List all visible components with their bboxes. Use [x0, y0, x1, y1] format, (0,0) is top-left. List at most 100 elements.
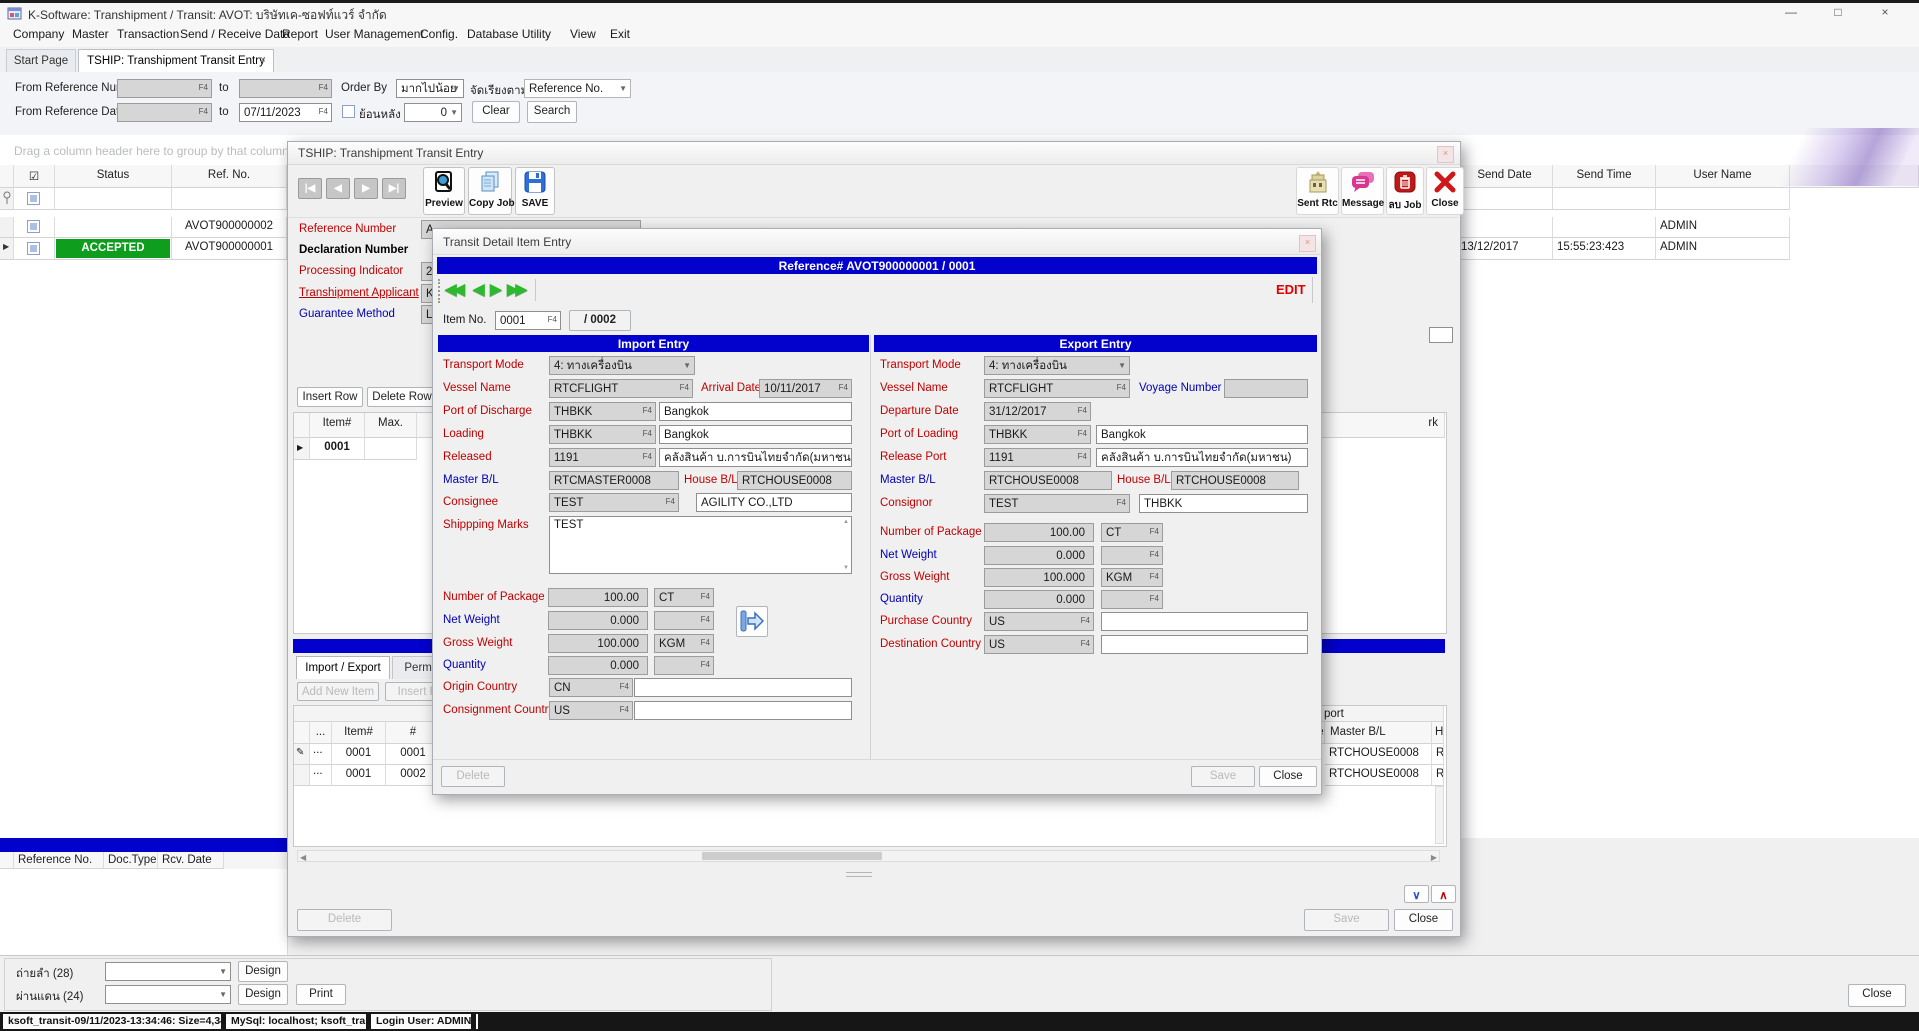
- row1-checkbox-cell[interactable]: [14, 217, 55, 238]
- menu-item-view[interactable]: View: [570, 27, 596, 41]
- preview-button[interactable]: Preview: [423, 167, 465, 215]
- tship-hscrollbar[interactable]: ◀ ▶: [297, 850, 1440, 862]
- scroll-up-icon[interactable]: ▲: [843, 519, 849, 525]
- print-button[interactable]: Print: [296, 984, 346, 1005]
- exp-transport-mode-select[interactable]: 4: ทางเครื่องบิน▼: [984, 356, 1130, 375]
- sent-rtc-button[interactable]: Sent Rtc: [1296, 167, 1339, 215]
- tab-tship[interactable]: TSHIP: Transhipment Transit Entry ×: [78, 49, 274, 72]
- first-item-button[interactable]: ◀◀: [445, 280, 462, 298]
- tab-close-icon[interactable]: ×: [260, 54, 266, 66]
- nav-last-button[interactable]: ▶|: [382, 178, 406, 199]
- insert-row-button[interactable]: Insert Row: [297, 387, 363, 407]
- release-port-code-input[interactable]: 1191F4: [984, 448, 1091, 467]
- menu-item-db-utility[interactable]: Database Utility: [467, 27, 551, 41]
- menu-item-transaction[interactable]: Transaction: [117, 27, 179, 41]
- filter-ref-cell[interactable]: [172, 188, 287, 210]
- imp-pkg-unit-input[interactable]: CTF4: [654, 588, 714, 607]
- imp-vessel-name-input[interactable]: RTCFLIGHTF4: [549, 379, 693, 398]
- tship-close-tool-button[interactable]: Close: [1426, 167, 1464, 215]
- imp-net-weight-input[interactable]: 0.000: [548, 611, 648, 630]
- main-close-button[interactable]: Close: [1848, 984, 1906, 1007]
- menu-item-master[interactable]: Master: [72, 27, 109, 41]
- copy-to-export-button[interactable]: [736, 606, 768, 637]
- exp-pkg-input[interactable]: 100.00: [984, 523, 1094, 542]
- consignment-country-name-input[interactable]: [634, 701, 852, 720]
- menu-item-company[interactable]: Company: [13, 27, 64, 41]
- delete-job-button[interactable]: ลบ Job: [1386, 167, 1424, 215]
- voyage-number-input[interactable]: [1224, 379, 1308, 398]
- ie-row2-master[interactable]: RTCHOUSE0008: [1325, 765, 1432, 786]
- nav-first-button[interactable]: |◀: [298, 178, 322, 199]
- menu-item-user-mgmt[interactable]: User Management: [325, 27, 424, 41]
- toolbar-grip[interactable]: [438, 279, 440, 303]
- col-header-status[interactable]: Status: [55, 165, 172, 188]
- exp-qty-unit-input[interactable]: F4: [1101, 590, 1163, 609]
- close-button[interactable]: ×: [1862, 3, 1908, 23]
- tship-dialog-titlebar[interactable]: TSHIP: Transhipment Transit Entry: [288, 142, 1460, 165]
- tab-import-export[interactable]: Import / Export: [296, 656, 390, 679]
- detail-save-button[interactable]: Save: [1191, 766, 1255, 787]
- save-button[interactable]: SAVE: [515, 167, 555, 215]
- imp-house-bl-input[interactable]: RTCHOUSE0008: [737, 471, 852, 490]
- last-item-button[interactable]: ▶▶: [507, 280, 524, 298]
- col-header-send-time[interactable]: Send Time: [1553, 165, 1656, 188]
- filter-status-cell[interactable]: [55, 188, 172, 210]
- released-name-input[interactable]: คลังสินค้า บ.การบินไทยจำกัด(มหาชน): [659, 448, 852, 467]
- exp-master-bl-input[interactable]: RTCHOUSE0008: [984, 471, 1112, 490]
- origin-country-name-input[interactable]: [634, 678, 852, 697]
- imp-pkg-input[interactable]: 100.00: [548, 588, 648, 607]
- origin-country-code-input[interactable]: CNF4: [549, 678, 633, 697]
- exp-vessel-name-input[interactable]: RTCFLIGHTF4: [984, 379, 1130, 398]
- delete-row-button[interactable]: Delete Row: [367, 387, 437, 407]
- maximize-button[interactable]: □: [1815, 3, 1861, 23]
- port-of-discharge-code-input[interactable]: THBKKF4: [549, 402, 656, 421]
- bottom-col-doctype[interactable]: Doc.Type: [104, 852, 158, 869]
- exp-quantity-input[interactable]: 0.000: [984, 590, 1094, 609]
- filter-send-date-cell[interactable]: [1457, 188, 1553, 210]
- exp-gross-weight-input[interactable]: 100.000: [984, 568, 1094, 587]
- prev-item-button[interactable]: ◀: [473, 280, 482, 298]
- imp-gross-unit-input[interactable]: KGMF4: [654, 634, 714, 653]
- detail-dialog-titlebar[interactable]: Transit Detail Item Entry: [433, 229, 1321, 255]
- destination-country-code-input[interactable]: USF4: [984, 635, 1094, 654]
- ie-row1-master[interactable]: RTCHOUSE0008: [1325, 744, 1432, 765]
- detail-delete-button[interactable]: Delete: [441, 766, 505, 787]
- back-checkbox[interactable]: [342, 105, 355, 118]
- nav-next-button[interactable]: ▶: [354, 178, 378, 199]
- order-by-select[interactable]: มากไปน้อย▼: [396, 79, 464, 98]
- destination-country-name-input[interactable]: [1101, 635, 1308, 654]
- port-of-loading-name-input[interactable]: Bangkok: [1096, 425, 1308, 444]
- tship-dialog-close-icon[interactable]: ×: [1437, 146, 1454, 163]
- move-down-button[interactable]: ∨: [1404, 885, 1429, 903]
- ie-row1-item[interactable]: 0001: [332, 744, 386, 765]
- add-new-item-button[interactable]: Add New Item: [297, 682, 379, 701]
- imp-master-bl-input[interactable]: RTCMASTER0008: [549, 471, 679, 490]
- ie-grid-col-item[interactable]: Item#: [332, 722, 386, 744]
- from-ref-number-input[interactable]: F4: [117, 79, 212, 98]
- ie-grid-col-master-bl[interactable]: Master B/L: [1325, 722, 1432, 744]
- scroll-left-icon[interactable]: ◀: [300, 853, 306, 862]
- filter-checkbox-cell[interactable]: [14, 188, 55, 210]
- tab-start-page[interactable]: Start Page: [6, 49, 76, 72]
- purchase-country-name-input[interactable]: [1101, 612, 1308, 631]
- imp-gross-weight-input[interactable]: 100.000: [548, 634, 648, 653]
- clear-button[interactable]: Clear: [472, 101, 520, 123]
- ie-row2-dots[interactable]: ...: [310, 765, 332, 786]
- splitter-grip[interactable]: [846, 872, 872, 877]
- bottom-col-rcv-date[interactable]: Rcv. Date: [158, 852, 224, 869]
- released-code-input[interactable]: 1191F4: [549, 448, 656, 467]
- nav-prev-button[interactable]: ◀: [326, 178, 350, 199]
- item-grid-row-max[interactable]: [365, 438, 417, 460]
- col-header-send-date[interactable]: Send Date: [1457, 165, 1553, 188]
- consignor-name-input[interactable]: THBKK: [1139, 494, 1308, 513]
- copy-job-button[interactable]: Copy Job: [468, 167, 512, 215]
- imp-net-unit-input[interactable]: F4: [654, 611, 714, 630]
- bottom-col-reference-no[interactable]: Reference No.: [14, 852, 104, 869]
- purchase-country-code-input[interactable]: USF4: [984, 612, 1094, 631]
- consignee-code-input[interactable]: TESTF4: [549, 493, 679, 512]
- move-up-button[interactable]: ∧: [1431, 885, 1456, 903]
- design2-button[interactable]: Design: [238, 984, 288, 1005]
- departure-date-input[interactable]: 31/12/2017F4: [984, 402, 1091, 421]
- tship-delete-button[interactable]: Delete: [297, 909, 392, 931]
- exp-pkg-unit-input[interactable]: CTF4: [1101, 523, 1163, 542]
